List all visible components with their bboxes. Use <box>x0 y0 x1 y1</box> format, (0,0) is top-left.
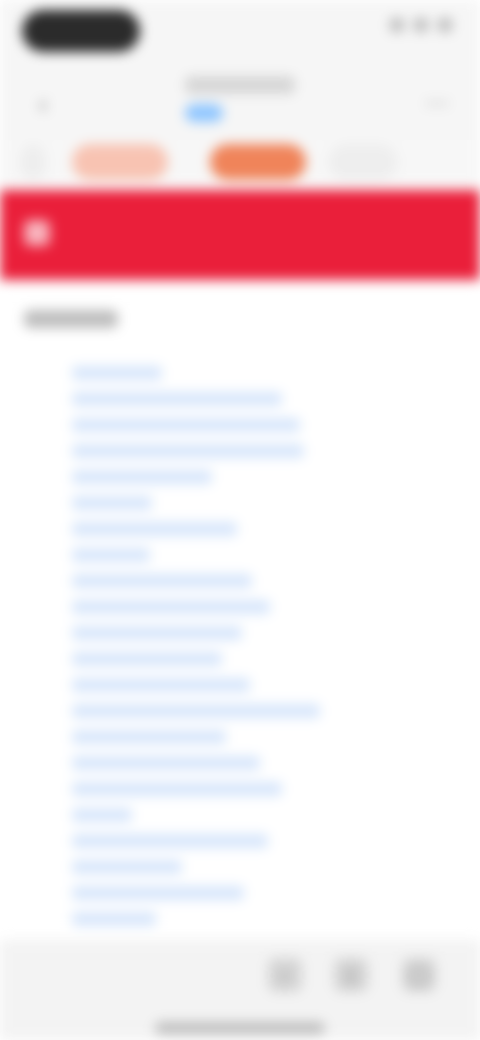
link-text[interactable] <box>72 678 250 692</box>
list-item[interactable] <box>72 802 452 828</box>
link-text[interactable] <box>72 860 182 874</box>
back-icon[interactable]: ‹ <box>26 88 60 122</box>
list-item[interactable] <box>72 412 452 438</box>
link-text[interactable] <box>72 418 300 432</box>
status-time-pill <box>22 10 140 52</box>
link-text[interactable] <box>72 366 162 380</box>
bottom-navigation: ⌕ ▯ ◯ <box>0 940 480 1040</box>
profile-icon[interactable]: ◯ <box>402 958 436 992</box>
list-item[interactable] <box>72 516 452 542</box>
filter-chips <box>0 140 480 186</box>
list-item[interactable] <box>72 646 452 672</box>
list-item[interactable] <box>72 360 452 386</box>
link-text[interactable] <box>72 470 212 484</box>
page-subtitle-badge[interactable] <box>185 104 223 122</box>
wifi-icon <box>414 18 428 32</box>
link-text[interactable] <box>72 704 320 718</box>
search-icon[interactable]: ⌕ <box>268 958 302 992</box>
more-options-icon[interactable]: ⋯ <box>420 86 454 120</box>
filter-chip[interactable] <box>72 144 168 180</box>
bookmark-icon[interactable]: ▯ <box>334 958 368 992</box>
list-item[interactable] <box>72 776 452 802</box>
list-item[interactable] <box>72 490 452 516</box>
link-text[interactable] <box>72 834 268 848</box>
link-text[interactable] <box>72 652 222 666</box>
list-item[interactable] <box>72 880 452 906</box>
section-title <box>24 310 118 328</box>
list-item[interactable] <box>72 906 452 932</box>
link-text[interactable] <box>72 574 252 588</box>
link-text[interactable] <box>72 600 270 614</box>
page-title-group <box>185 76 295 132</box>
list-item[interactable] <box>72 464 452 490</box>
list-item[interactable] <box>72 620 452 646</box>
link-text[interactable] <box>72 522 237 536</box>
status-bar <box>0 0 480 70</box>
filter-chip[interactable] <box>20 144 46 180</box>
link-text[interactable] <box>72 730 226 744</box>
status-icons <box>390 18 452 32</box>
home-indicator[interactable] <box>155 1022 325 1034</box>
link-text[interactable] <box>72 782 282 796</box>
signal-icon <box>390 18 404 32</box>
alert-icon: ! <box>24 220 50 246</box>
list-item[interactable] <box>72 568 452 594</box>
page-title <box>185 76 295 94</box>
list-item[interactable] <box>72 594 452 620</box>
filter-chip-active[interactable] <box>210 144 306 180</box>
filter-chip[interactable] <box>328 144 398 180</box>
top-app-bar: ‹ ⋯ <box>0 70 480 140</box>
list-item[interactable] <box>72 724 452 750</box>
list-item[interactable] <box>72 542 452 568</box>
link-text[interactable] <box>72 886 244 900</box>
link-text[interactable] <box>72 496 152 510</box>
link-text[interactable] <box>72 808 132 822</box>
link-text[interactable] <box>72 912 156 926</box>
link-list <box>72 360 452 932</box>
list-item[interactable] <box>72 854 452 880</box>
link-text[interactable] <box>72 756 260 770</box>
list-item[interactable] <box>72 672 452 698</box>
alert-banner[interactable]: ! <box>0 190 480 280</box>
main-content <box>0 290 480 930</box>
list-item[interactable] <box>72 386 452 412</box>
list-item[interactable] <box>72 750 452 776</box>
list-item[interactable] <box>72 438 452 464</box>
link-text[interactable] <box>72 548 150 562</box>
link-text[interactable] <box>72 392 282 406</box>
link-text[interactable] <box>72 444 304 458</box>
link-text[interactable] <box>72 626 242 640</box>
list-item[interactable] <box>72 828 452 854</box>
battery-icon <box>438 18 452 32</box>
list-item[interactable] <box>72 698 452 724</box>
